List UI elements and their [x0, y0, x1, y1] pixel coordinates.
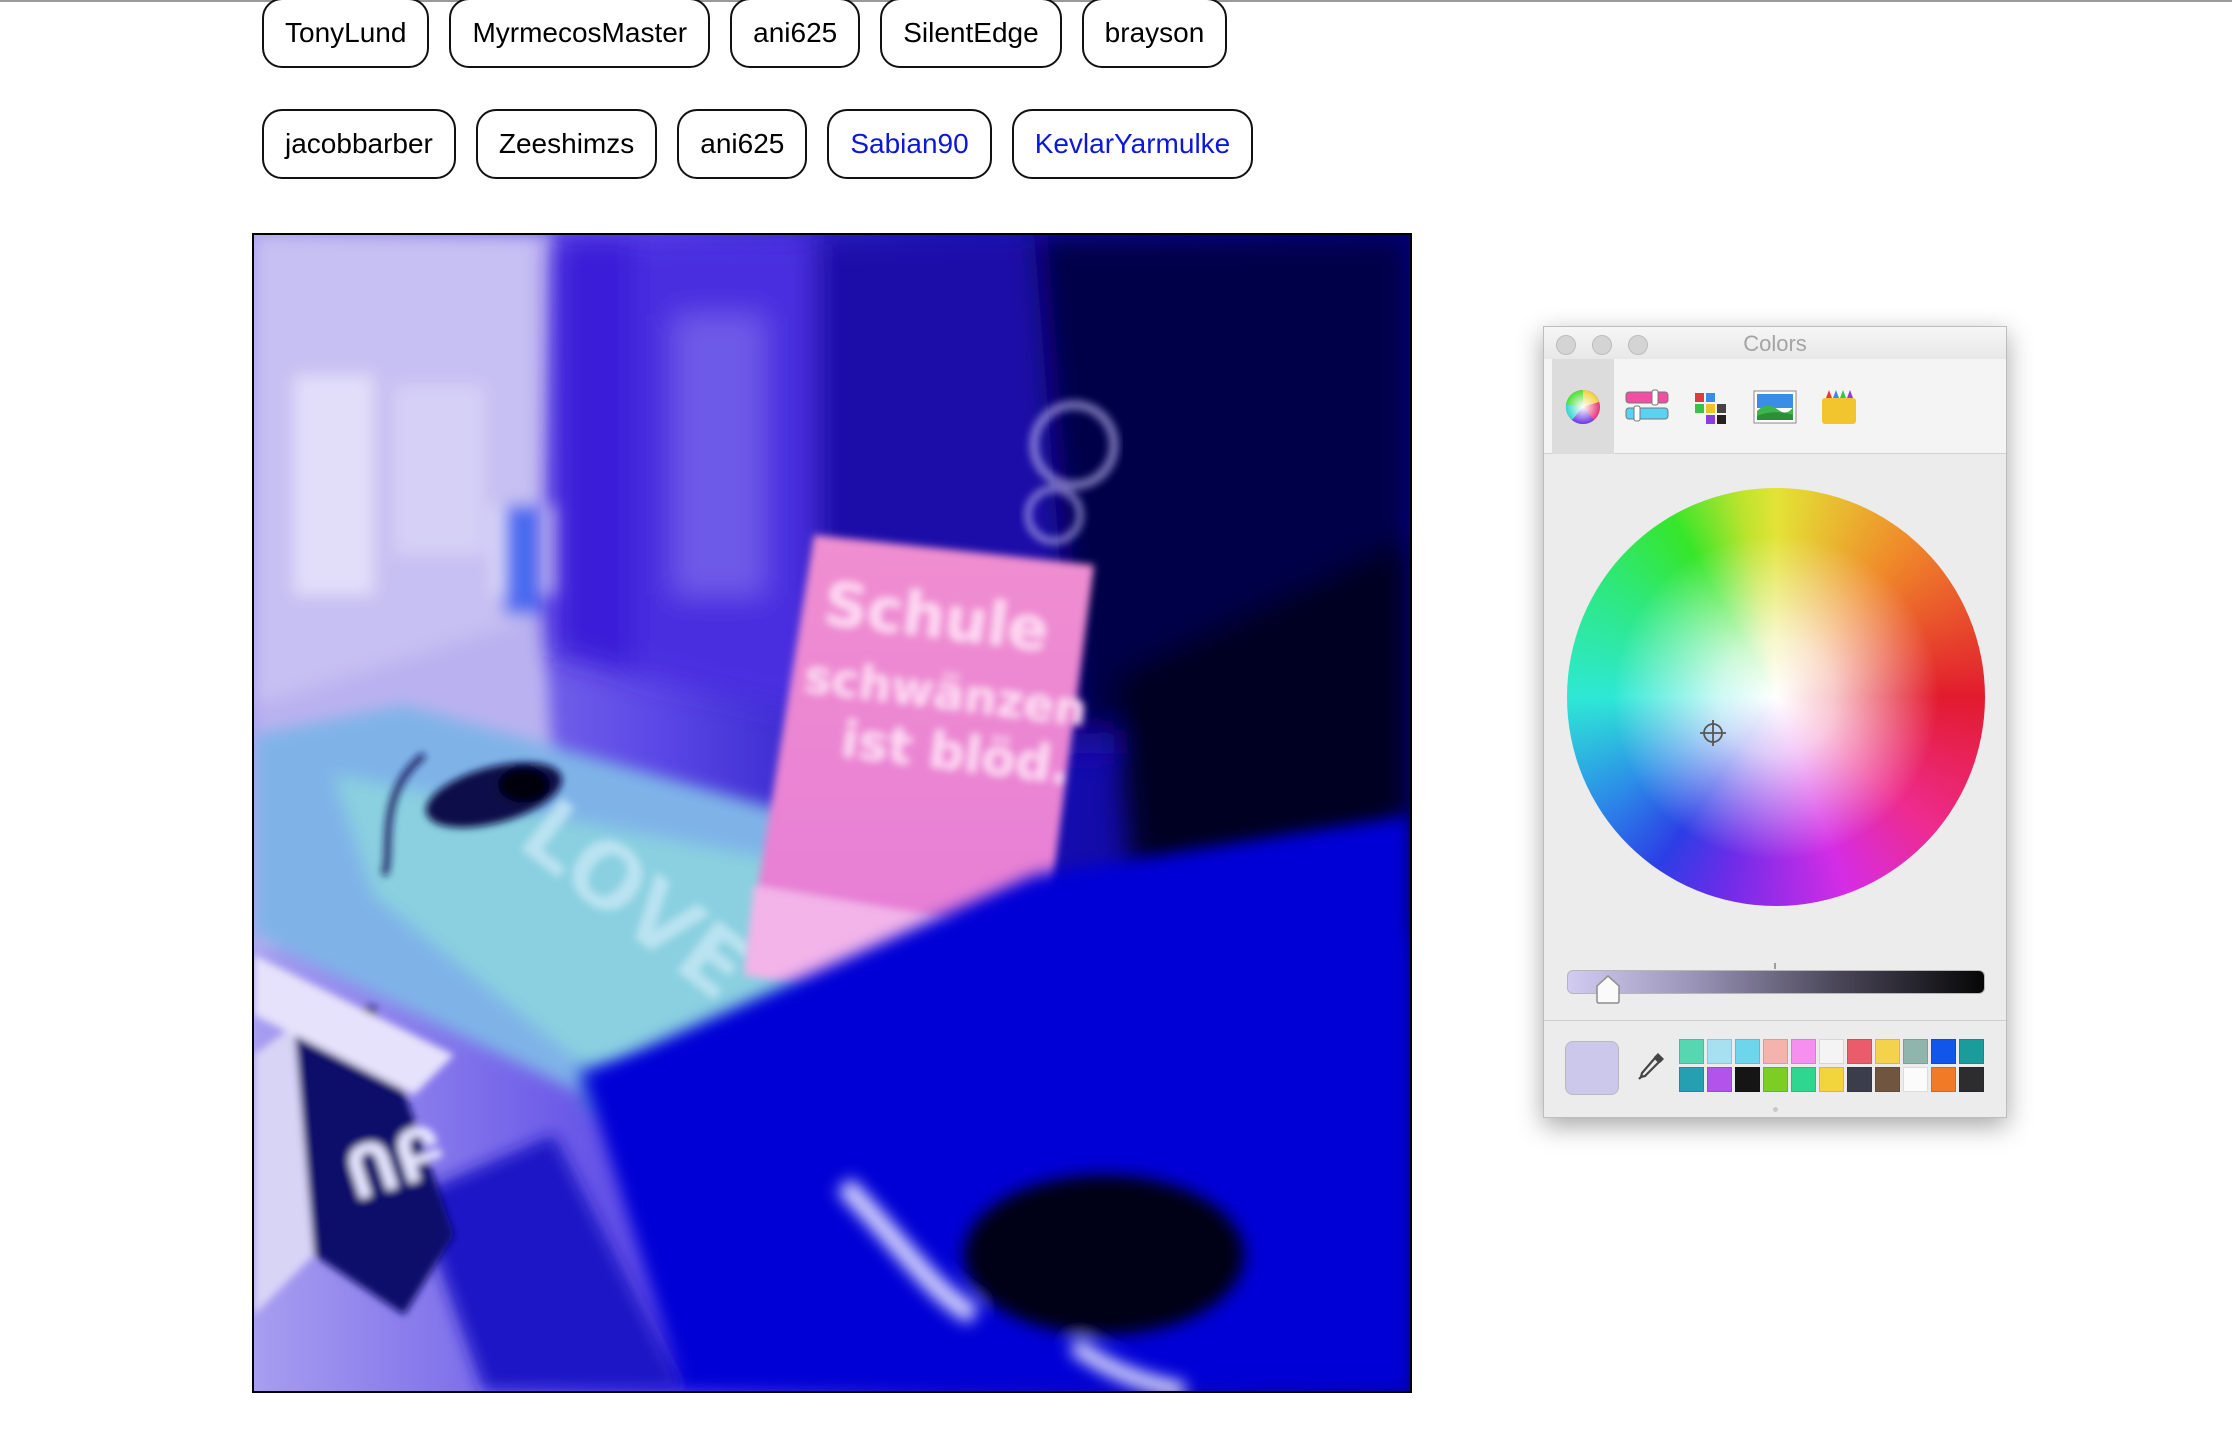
color-swatch[interactable] — [1679, 1039, 1704, 1064]
colors-panel: Colors — [1543, 326, 2007, 1118]
panel-title: Colors — [1743, 331, 1807, 356]
color-swatch[interactable] — [1791, 1039, 1816, 1064]
color-swatch[interactable] — [1875, 1039, 1900, 1064]
user-button-brayson[interactable]: brayson — [1081, 0, 1228, 68]
user-button-jacobbarber[interactable]: jacobbarber — [262, 109, 456, 179]
image-palettes-icon — [1753, 389, 1797, 425]
pencils-icon — [1820, 388, 1858, 426]
color-palettes-icon — [1693, 389, 1729, 425]
color-swatch[interactable] — [1875, 1067, 1900, 1092]
color-swatch[interactable] — [1707, 1067, 1732, 1092]
wheel-crosshair-icon[interactable] — [1699, 719, 1727, 752]
brightness-tick — [1774, 963, 1776, 969]
color-swatch[interactable] — [1903, 1039, 1928, 1064]
eyedropper-button[interactable] — [1634, 1049, 1668, 1088]
pencils-tab[interactable] — [1808, 359, 1870, 454]
user-button-zeeshimzs[interactable]: Zeeshimzs — [475, 109, 658, 179]
current-color-well[interactable] — [1565, 1041, 1619, 1095]
color-palettes-tab[interactable] — [1680, 359, 1742, 454]
user-button-ani625[interactable]: ani625 — [677, 109, 808, 179]
brightness-slider[interactable] — [1567, 970, 1985, 994]
color-swatch[interactable] — [1791, 1067, 1816, 1092]
color-swatch[interactable] — [1679, 1067, 1704, 1092]
brightness-slider-thumb[interactable] — [1595, 974, 1621, 1009]
user-row-2: jacobbarber Zeeshimzs ani625 Sabian90 Kevlar… — [262, 109, 1254, 179]
color-swatch[interactable] — [1847, 1039, 1872, 1064]
image-canvas[interactable]: LOVE Schule schwänzen ist blöd. ՈԲ — [252, 233, 1412, 1393]
color-swatch[interactable] — [1959, 1039, 1984, 1064]
color-swatch[interactable] — [1819, 1039, 1844, 1064]
image-palettes-tab[interactable] — [1744, 359, 1806, 454]
user-button-myrmecosmaster[interactable]: MyrmecosMaster — [449, 0, 711, 68]
color-swatch[interactable] — [1959, 1067, 1984, 1092]
color-swatch[interactable] — [1931, 1067, 1956, 1092]
user-row-1: TonyLund MyrmecosMaster ani625 SilentEdge br… — [262, 0, 1228, 68]
color-wheel[interactable] — [1567, 488, 1985, 906]
colors-toolbar — [1544, 359, 2006, 454]
resize-grip[interactable] — [1773, 1107, 1778, 1112]
filtered-photo: LOVE Schule schwänzen ist blöd. ՈԲ — [254, 235, 1410, 1391]
color-sliders-icon — [1624, 388, 1670, 426]
color-swatch-grid — [1679, 1039, 1984, 1092]
color-swatch[interactable] — [1763, 1039, 1788, 1064]
user-button-silentedge[interactable]: SilentEdge — [880, 0, 1062, 68]
color-swatch[interactable] — [1847, 1067, 1872, 1092]
user-button-kevlaryarmulke[interactable]: KevlarYarmulke — [1011, 109, 1254, 179]
user-button-sabian90[interactable]: Sabian90 — [827, 109, 992, 179]
color-swatch[interactable] — [1735, 1039, 1760, 1064]
color-swatch[interactable] — [1903, 1067, 1928, 1092]
color-wheel-tab[interactable] — [1552, 359, 1614, 454]
panel-divider — [1544, 1020, 2006, 1021]
user-button-ani625[interactable]: ani625 — [730, 0, 861, 68]
color-swatch[interactable] — [1735, 1067, 1760, 1092]
color-swatch[interactable] — [1707, 1039, 1732, 1064]
color-swatch[interactable] — [1931, 1039, 1956, 1064]
color-swatch[interactable] — [1763, 1067, 1788, 1092]
color-sliders-tab[interactable] — [1616, 359, 1678, 454]
eyedropper-icon — [1634, 1053, 1668, 1087]
panel-titlebar[interactable]: Colors — [1544, 327, 2006, 359]
color-swatch[interactable] — [1819, 1067, 1844, 1092]
color-wheel-icon — [1564, 388, 1602, 426]
user-button-tonylund[interactable]: TonyLund — [262, 0, 430, 68]
